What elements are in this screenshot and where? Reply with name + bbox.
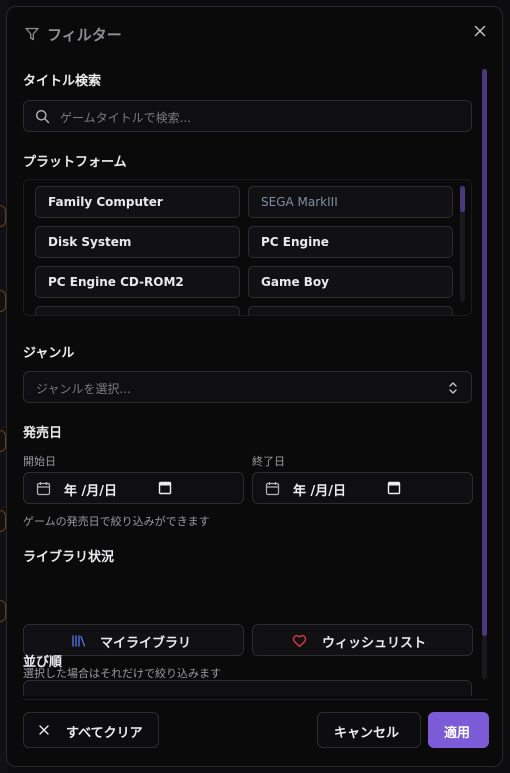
wishlist-button[interactable]: ウィッシュリスト [252, 624, 473, 656]
apply-button[interactable]: 適用 [428, 712, 489, 748]
clear-all-label: すべてクリア [66, 726, 143, 741]
date-picker-icon[interactable] [387, 481, 401, 495]
search-input[interactable]: ゲームタイトルで検索... [23, 100, 472, 132]
library-status-label: ライブラリ状況 [23, 550, 115, 565]
close-icon[interactable] [472, 23, 488, 39]
search-placeholder: ゲームタイトルで検索... [60, 111, 192, 125]
filter-scrollbar[interactable] [482, 69, 487, 679]
apply-label: 適用 [444, 726, 471, 741]
calendar-icon [36, 482, 51, 496]
footer-divider [23, 699, 488, 700]
sort-order-label: 並び順 [23, 655, 63, 670]
start-date-label: 開始日 [23, 455, 56, 468]
cancel-label: キャンセル [334, 726, 400, 741]
dialog-title: フィルター [47, 26, 122, 44]
platform-label: プラットフォーム [23, 155, 127, 170]
start-date-input[interactable]: 年 /月/日 [23, 472, 244, 504]
platform-option-sega-markiii[interactable]: SEGA MarkIII [248, 186, 453, 218]
platform-option-partial[interactable] [248, 306, 453, 315]
genre-placeholder: ジャンルを選択... [36, 382, 131, 396]
platform-list[interactable]: Family Computer SEGA MarkIII Disk System… [23, 179, 472, 316]
filter-scrollbar-thumb[interactable] [482, 69, 487, 636]
library-books-icon [72, 635, 86, 647]
platform-option-pc-engine[interactable]: PC Engine [248, 226, 453, 258]
platform-option-pc-engine-cd-rom2[interactable]: PC Engine CD-ROM2 [35, 266, 240, 298]
close-icon [39, 725, 49, 735]
dialog-header: フィルター [7, 7, 502, 61]
calendar-icon [265, 482, 280, 496]
release-date-label: 発売日 [23, 426, 63, 441]
platform-option-game-boy[interactable]: Game Boy [248, 266, 453, 298]
end-date-input[interactable]: 年 /月/日 [252, 472, 473, 504]
sort-order-select[interactable] [23, 680, 472, 696]
filter-scroll-area[interactable]: タイトル検索 ゲームタイトルで検索... プラットフォーム Family Com… [7, 61, 502, 696]
wishlist-label: ウィッシュリスト [322, 636, 427, 651]
chevron-up-down-icon [449, 382, 457, 394]
genre-label: ジャンル [23, 346, 75, 361]
genre-select[interactable]: ジャンルを選択... [23, 371, 472, 403]
heart-icon [292, 635, 307, 648]
platform-option-partial[interactable] [35, 306, 240, 315]
search-icon [36, 110, 50, 124]
platform-grid: Family Computer SEGA MarkIII Disk System… [35, 186, 453, 315]
platform-option-disk-system[interactable]: Disk System [35, 226, 240, 258]
platform-scrollbar-thumb[interactable] [460, 186, 465, 212]
filter-dialog: フィルター タイトル検索 ゲームタイトルで検索... プラットフォーム Fami… [6, 6, 503, 767]
my-library-label: マイライブラリ [100, 636, 192, 651]
funnel-icon [25, 27, 39, 41]
clear-all-button[interactable]: すべてクリア [23, 712, 159, 748]
start-date-value: 年 /月/日 [64, 484, 118, 499]
title-search-label: タイトル検索 [23, 74, 102, 89]
release-date-hint: ゲームの発売日で絞り込みができます [23, 515, 210, 528]
end-date-label: 終了日 [252, 455, 285, 468]
cancel-button[interactable]: キャンセル [317, 712, 421, 748]
platform-option-family-computer[interactable]: Family Computer [35, 186, 240, 218]
date-picker-icon[interactable] [158, 481, 172, 495]
platform-scrollbar[interactable] [460, 186, 465, 302]
end-date-value: 年 /月/日 [293, 484, 347, 499]
